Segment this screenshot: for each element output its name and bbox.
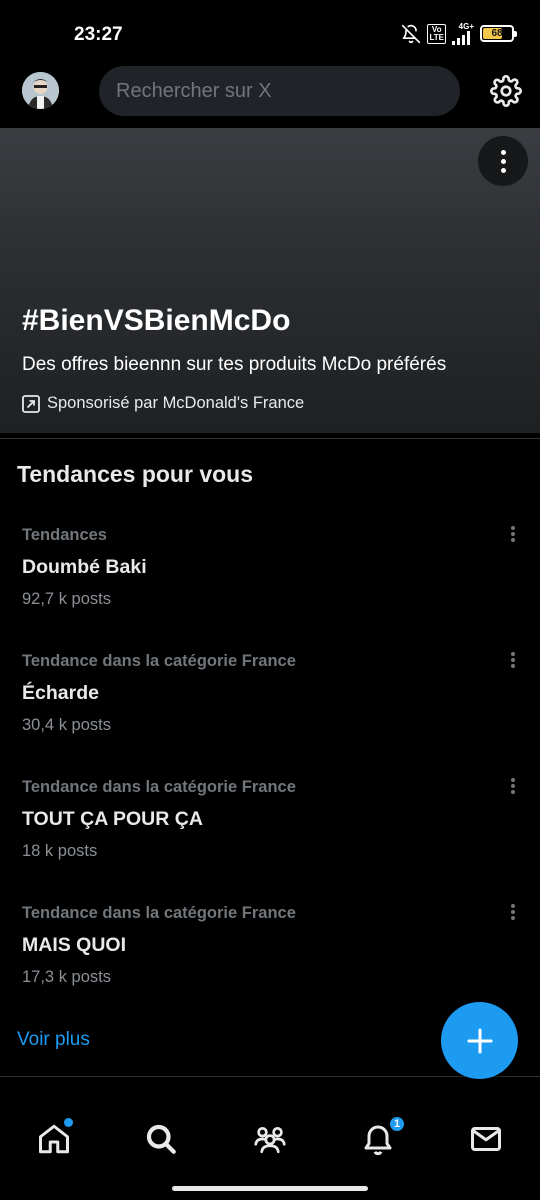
- notifications-badge: 1: [388, 1115, 406, 1133]
- trend-post-count: 92,7 k posts: [22, 590, 111, 608]
- trends-section-title: Tendances pour vous: [17, 461, 254, 487]
- trend-category: Tendance dans la catégorie France: [22, 652, 296, 670]
- trend-more-icon[interactable]: [508, 523, 518, 545]
- messages-icon: [471, 1127, 501, 1151]
- status-time: 23:27: [74, 24, 123, 45]
- trend-category: Tendance dans la catégorie France: [22, 778, 296, 796]
- battery-level: 68: [491, 28, 503, 39]
- search-icon: [146, 1124, 176, 1154]
- banner-more-button[interactable]: [478, 136, 528, 186]
- trend-name: Doumbé Baki: [22, 556, 147, 578]
- compose-button[interactable]: [441, 1002, 518, 1079]
- trend-more-icon[interactable]: [508, 901, 518, 923]
- trend-item[interactable]: Tendance dans la catégorie France Échard…: [0, 652, 540, 778]
- trend-name: Écharde: [22, 682, 99, 704]
- trend-more-icon[interactable]: [508, 649, 518, 671]
- nav-home[interactable]: [36, 1118, 73, 1157]
- dot-icon: [500, 167, 506, 173]
- network-type: 4G+: [458, 22, 474, 31]
- divider: [0, 438, 540, 439]
- nav-search[interactable]: [143, 1121, 179, 1157]
- gear-icon[interactable]: [490, 75, 522, 107]
- avatar[interactable]: [22, 72, 59, 109]
- home-indicator: [172, 1186, 368, 1191]
- status-bar: 23:27 Vo LTE 4G+ 68: [0, 0, 540, 62]
- sponsor-line: Sponsorisé par McDonald's France: [22, 394, 304, 413]
- volte-icon: Vo LTE: [427, 23, 446, 44]
- trend-post-count: 18 k posts: [22, 842, 98, 860]
- divider: [0, 1076, 540, 1077]
- plus-icon: [467, 1028, 492, 1053]
- bottom-nav: 1: [0, 1101, 540, 1200]
- trend-item[interactable]: Tendances Doumbé Baki 92,7 k posts: [0, 526, 540, 652]
- trend-category: Tendance dans la catégorie France: [22, 904, 296, 922]
- dot-icon: [500, 158, 506, 164]
- see-more-link[interactable]: Voir plus: [17, 1029, 90, 1051]
- promoted-arrow-icon: [22, 394, 40, 413]
- avatar-image: [22, 72, 59, 109]
- sponsor-text: Sponsorisé par McDonald's France: [47, 394, 305, 412]
- trend-post-count: 30,4 k posts: [22, 716, 111, 734]
- nav-communities[interactable]: [252, 1121, 288, 1157]
- trend-post-count: 17,3 k posts: [22, 968, 111, 986]
- trend-item[interactable]: Tendance dans la catégorie France TOUT Ç…: [0, 778, 540, 904]
- search-input[interactable]: Rechercher sur X: [99, 66, 460, 116]
- mute-bell-icon: [402, 24, 421, 43]
- promoted-trend-banner[interactable]: #BienVSBienMcDo Des offres bieennn sur t…: [0, 128, 540, 433]
- trend-more-icon[interactable]: [508, 775, 518, 797]
- status-icons: Vo LTE 4G+ 68: [401, 22, 517, 45]
- trend-name: MAIS QUOI: [22, 934, 127, 956]
- trend-name: TOUT ÇA POUR ÇA: [22, 808, 203, 830]
- nav-messages[interactable]: [468, 1121, 504, 1157]
- top-bar: Rechercher sur X: [0, 62, 540, 128]
- communities-icon: [254, 1127, 286, 1154]
- dot-icon: [500, 149, 506, 155]
- search-placeholder: Rechercher sur X: [116, 79, 272, 102]
- promoted-hashtag: #BienVSBienMcDo: [22, 304, 291, 337]
- trend-category: Tendances: [22, 526, 107, 544]
- signal-icon: [452, 31, 470, 45]
- nav-unread-dot: [64, 1118, 73, 1127]
- battery-icon: 68: [480, 25, 517, 42]
- promoted-description: Des offres bieennn sur tes produits McDo…: [22, 354, 447, 375]
- nav-notifications[interactable]: 1: [360, 1115, 406, 1157]
